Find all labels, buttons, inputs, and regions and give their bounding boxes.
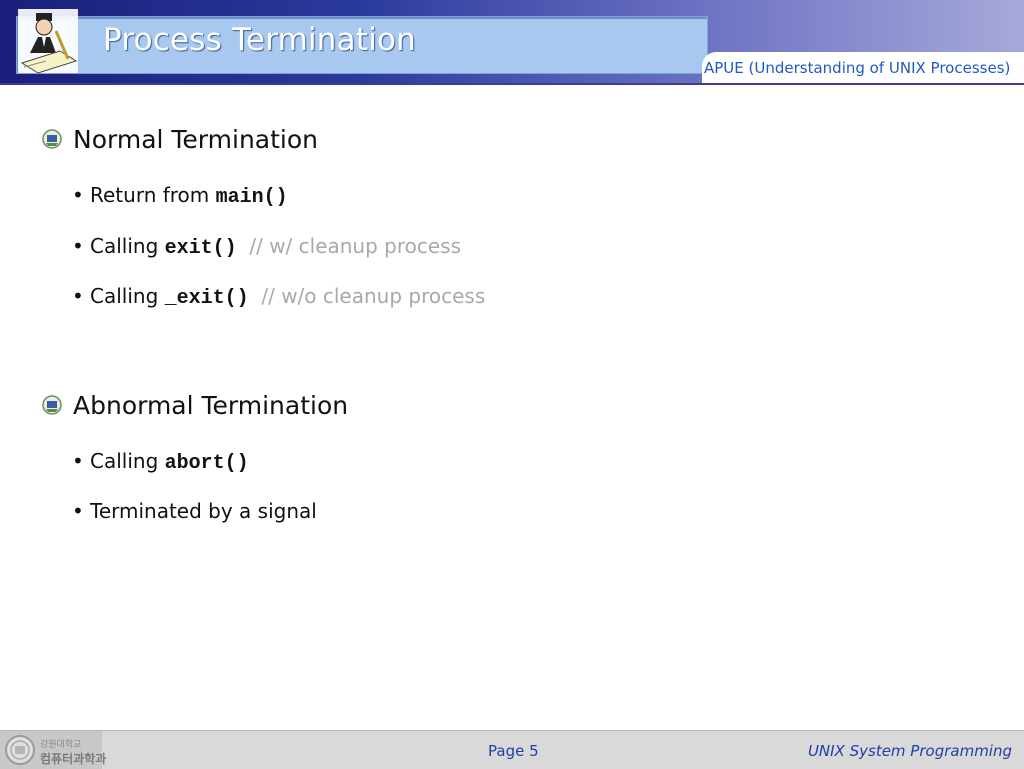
bullet-dot: • bbox=[72, 284, 84, 308]
university-emblem-bullet-icon bbox=[42, 395, 62, 415]
list-item: • Calling abort() bbox=[72, 449, 249, 475]
footer-logo: 강원대학교 컴퓨터과학과 bbox=[0, 731, 106, 769]
presenter-at-desk-icon bbox=[18, 9, 78, 74]
section-title: Normal Termination bbox=[73, 125, 318, 154]
bullet-text: Calling bbox=[90, 234, 165, 258]
code-comment: // w/ cleanup process bbox=[249, 234, 462, 258]
course-title: UNIX System Programming bbox=[807, 742, 1012, 760]
footer-org-name: 강원대학교 bbox=[40, 740, 82, 750]
footer-bar: 강원대학교 컴퓨터과학과 Page 5 UNIX System Programm… bbox=[0, 730, 1024, 769]
code-comment: // w/o cleanup process bbox=[261, 284, 486, 308]
code-text: main() bbox=[215, 186, 288, 209]
list-item: • Calling exit() // w/ cleanup process bbox=[72, 234, 461, 260]
bullet-dot: • bbox=[72, 183, 84, 207]
page-number: Page 5 bbox=[488, 742, 539, 760]
page-title: Process Termination bbox=[103, 22, 417, 58]
bullet-dot: • bbox=[72, 234, 84, 258]
university-emblem-bullet-icon bbox=[42, 129, 62, 149]
section-title: Abnormal Termination bbox=[73, 391, 349, 420]
code-text: abort() bbox=[164, 452, 249, 475]
footer-department: 컴퓨터과학과 bbox=[40, 752, 107, 766]
slide-content: Normal Termination • Return from main() •… bbox=[0, 85, 1024, 730]
bullet-text: Calling bbox=[90, 284, 165, 308]
code-text: _exit() bbox=[164, 287, 249, 310]
university-seal-icon bbox=[5, 735, 35, 765]
page-subtitle: APUE (Understanding of UNIX Processes) bbox=[704, 59, 1011, 77]
bullet-dot: • bbox=[72, 499, 84, 523]
bullet-dot: • bbox=[72, 449, 84, 473]
list-item: • Return from main() bbox=[72, 183, 288, 209]
bullet-text: Return from bbox=[90, 183, 216, 207]
bullet-text: Terminated by a signal bbox=[90, 499, 317, 523]
list-item: • Terminated by a signal bbox=[72, 499, 317, 523]
header-band: Process Termination APUE (Understanding … bbox=[0, 0, 1024, 85]
code-text: exit() bbox=[164, 237, 237, 260]
bullet-text: Calling bbox=[90, 449, 165, 473]
list-item: • Calling _exit() // w/o cleanup process bbox=[72, 284, 485, 310]
